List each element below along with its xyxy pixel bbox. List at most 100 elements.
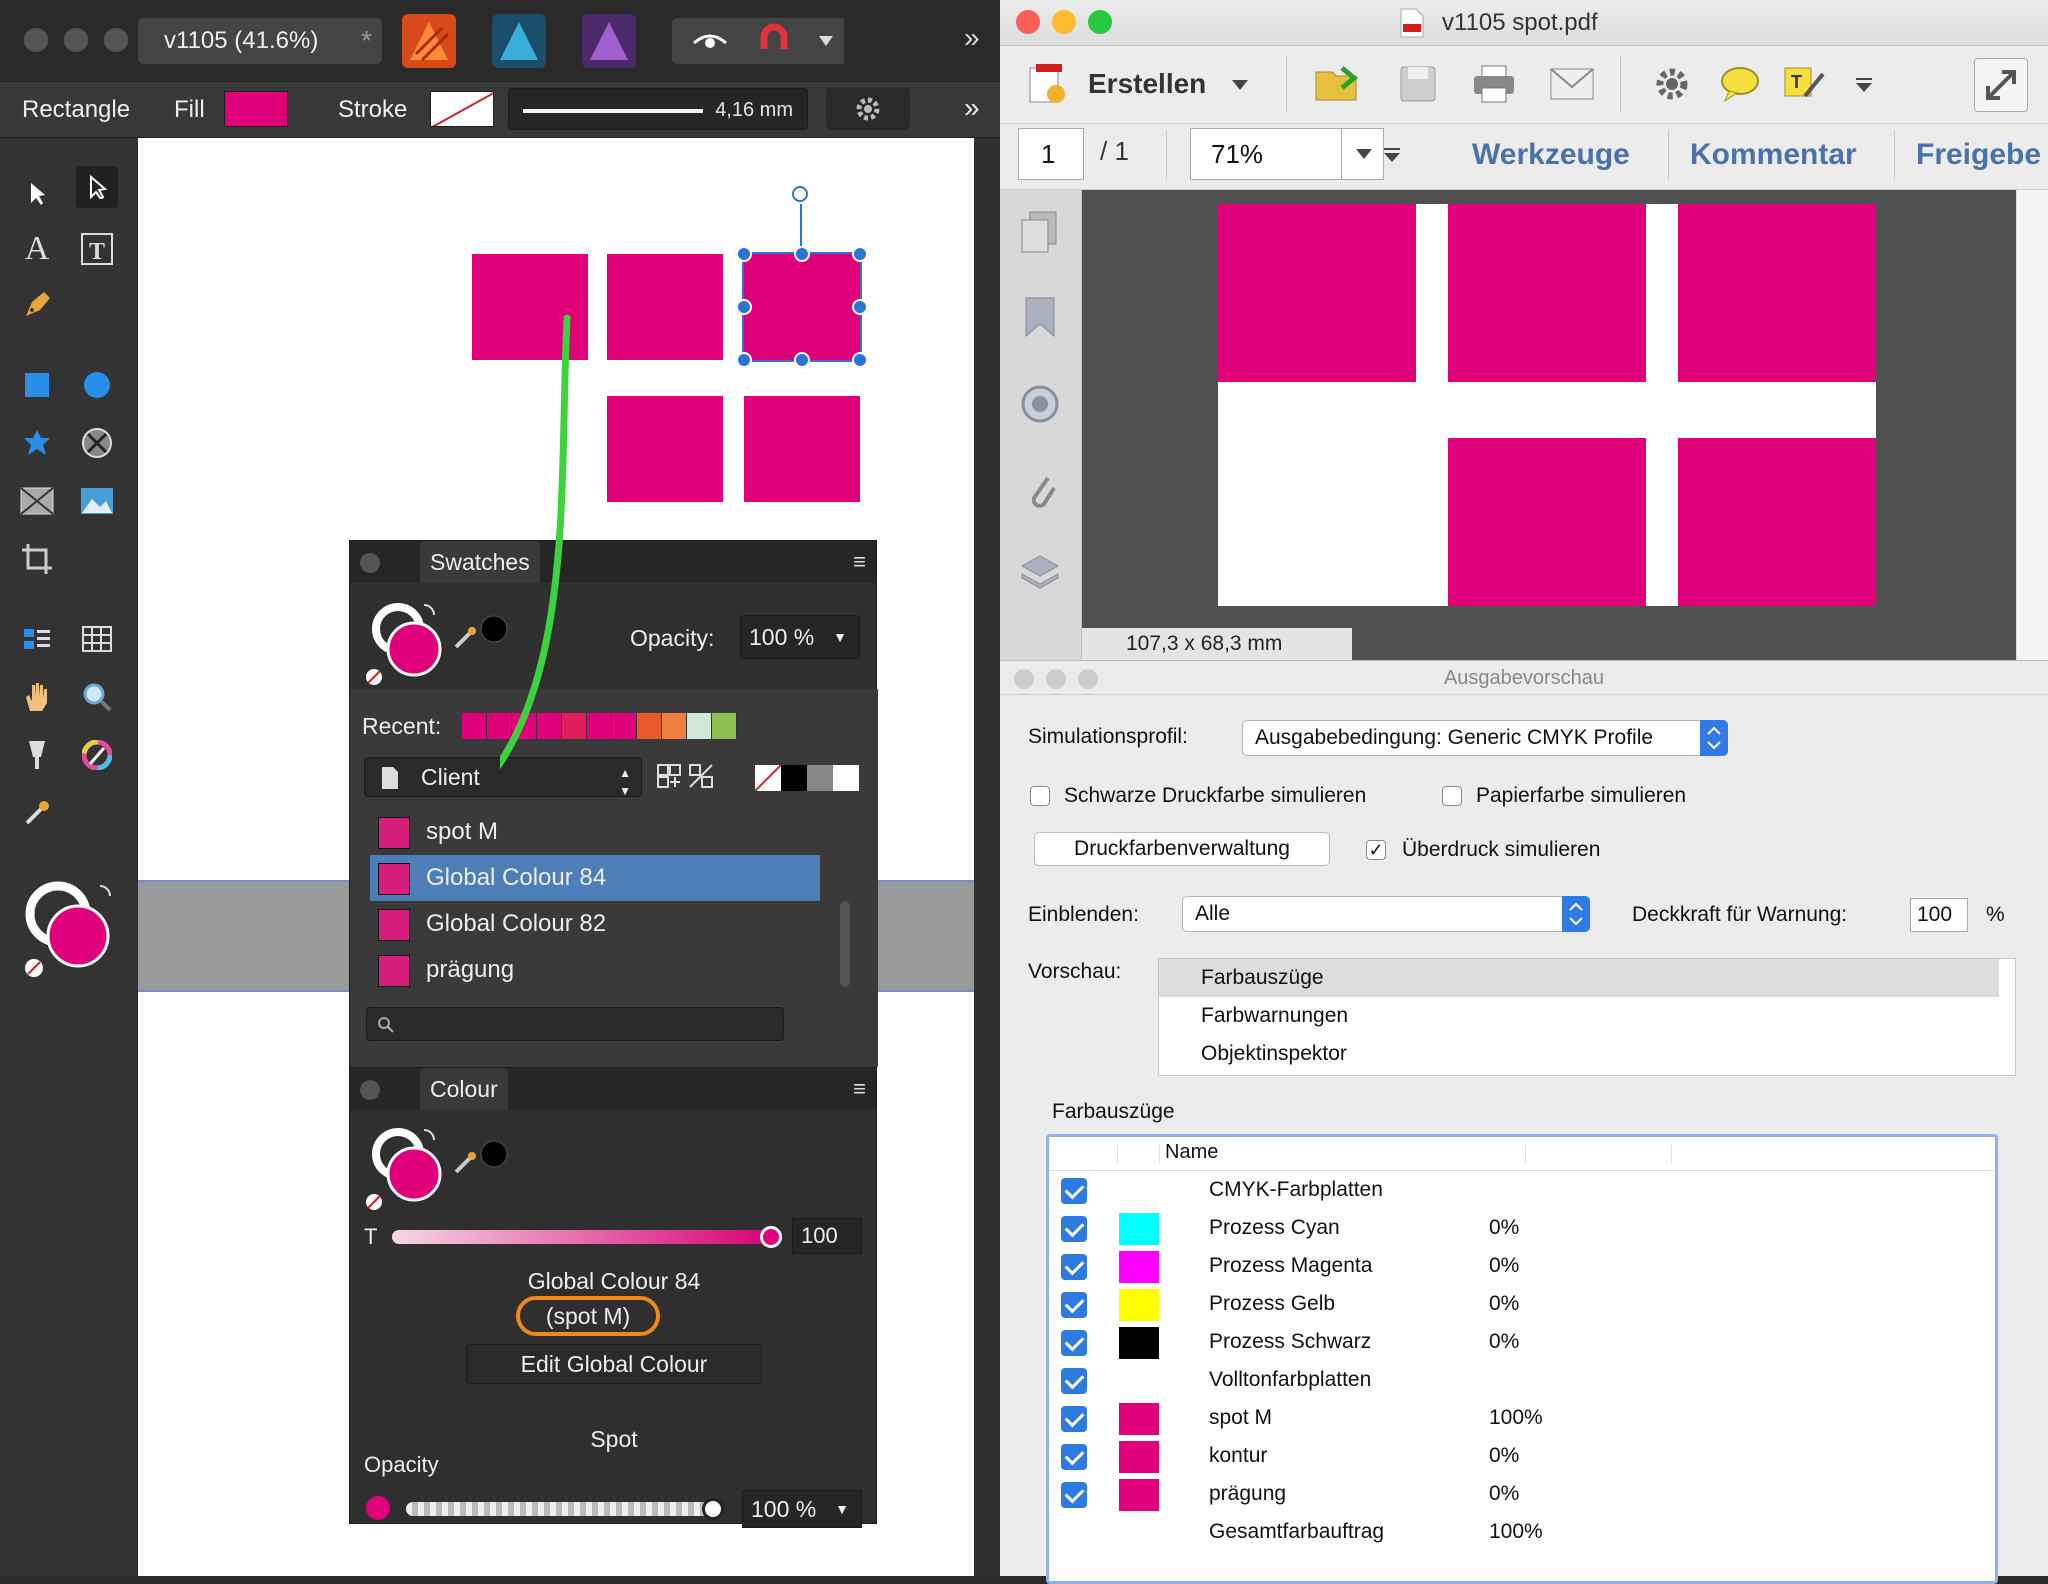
swatches-opacity-field[interactable]: 100 % ▼ bbox=[740, 615, 860, 659]
move-tool-icon[interactable] bbox=[16, 172, 58, 214]
plate-checkbox[interactable] bbox=[1061, 1216, 1087, 1242]
page-number-field[interactable]: 1 bbox=[1018, 128, 1084, 180]
stroke-width-field[interactable]: 4,16 mm bbox=[508, 88, 808, 130]
tint-slider[interactable] bbox=[392, 1230, 778, 1244]
open-folder-icon[interactable] bbox=[1314, 60, 1362, 108]
selected-rectangle-shape[interactable] bbox=[742, 252, 862, 362]
selection-handle[interactable] bbox=[794, 352, 810, 368]
plate-checkbox[interactable] bbox=[1061, 1444, 1087, 1470]
create-button[interactable]: Erstellen bbox=[1088, 68, 1206, 100]
colour-picker-wheel-icon[interactable] bbox=[76, 734, 118, 776]
edit-global-colour-button[interactable]: Edit Global Colour bbox=[466, 1344, 762, 1384]
snapping-magnet-icon[interactable] bbox=[736, 18, 812, 64]
fill-tool-icon[interactable] bbox=[16, 734, 58, 776]
simulate-overprint-checkbox[interactable]: ✓ bbox=[1366, 840, 1386, 860]
email-icon[interactable] bbox=[1548, 60, 1596, 108]
plate-checkbox[interactable] bbox=[1061, 1292, 1087, 1318]
settings-gear-icon[interactable] bbox=[1648, 60, 1696, 108]
selection-handle[interactable] bbox=[852, 246, 868, 262]
opacity-slider[interactable] bbox=[406, 1502, 716, 1516]
zoom-tool-icon[interactable] bbox=[76, 676, 118, 718]
plate-checkbox[interactable] bbox=[1061, 1254, 1087, 1280]
artistic-text-tool-icon[interactable]: A bbox=[16, 228, 58, 270]
plate-checkbox[interactable] bbox=[1061, 1368, 1087, 1394]
colour-opacity-field[interactable]: 100 % ▼ bbox=[742, 1490, 862, 1528]
share-tab[interactable]: Freigebe bbox=[1916, 138, 2041, 172]
plate-checkbox[interactable] bbox=[1061, 1406, 1087, 1432]
minimize-button[interactable] bbox=[1052, 10, 1076, 34]
selection-handle[interactable] bbox=[852, 299, 868, 315]
gear-icon[interactable] bbox=[826, 88, 910, 130]
warning-opacity-input[interactable]: 100 bbox=[1910, 898, 1968, 932]
table-tool-icon[interactable] bbox=[76, 618, 118, 660]
signatures-icon[interactable] bbox=[1016, 380, 1064, 428]
simulate-paper-color-checkbox[interactable] bbox=[1442, 786, 1462, 806]
snapping-dropdown[interactable] bbox=[808, 18, 844, 64]
plate-checkbox[interactable] bbox=[1061, 1330, 1087, 1356]
stroke-width-slider[interactable] bbox=[523, 109, 703, 113]
window-minimize-button[interactable] bbox=[64, 28, 88, 52]
rotation-handle[interactable] bbox=[792, 186, 808, 202]
swatches-scrollbar[interactable] bbox=[840, 901, 850, 987]
dialog-close-button[interactable] bbox=[1014, 669, 1034, 689]
create-dropdown-icon[interactable] bbox=[1232, 80, 1248, 90]
plate-checkbox[interactable] bbox=[1061, 1178, 1087, 1204]
save-icon[interactable] bbox=[1394, 60, 1442, 108]
toolbar-overflow-icon[interactable]: » bbox=[964, 22, 980, 54]
grey-swatch[interactable] bbox=[807, 765, 833, 791]
sign-pen-icon[interactable]: T bbox=[1780, 60, 1828, 108]
place-image-tool-icon[interactable] bbox=[76, 480, 118, 522]
swatch-item-global-colour-84[interactable]: Global Colour 84 bbox=[370, 855, 820, 901]
comment-tab[interactable]: Kommentar bbox=[1690, 138, 1857, 172]
ink-manager-button[interactable]: Druckfarbenverwaltung bbox=[1034, 832, 1330, 866]
preview-item-color-warnings[interactable]: Farbwarnungen bbox=[1159, 997, 1999, 1035]
shape-tool-icon[interactable] bbox=[16, 422, 58, 464]
none-swatch[interactable] bbox=[755, 765, 781, 791]
node-tool-icon[interactable] bbox=[76, 166, 118, 208]
selection-handle[interactable] bbox=[736, 246, 752, 262]
tools-tab[interactable]: Werkzeuge bbox=[1472, 138, 1630, 172]
quick-colour-swatches[interactable] bbox=[755, 765, 859, 791]
recent-colour-swatch[interactable] bbox=[687, 713, 712, 739]
show-select[interactable]: Alle bbox=[1182, 896, 1590, 932]
dialog-minimize-button[interactable] bbox=[1046, 669, 1066, 689]
colour-fill-stroke-selector[interactable] bbox=[364, 1122, 514, 1212]
selection-handle[interactable] bbox=[852, 352, 868, 368]
simulate-black-ink-checkbox[interactable] bbox=[1030, 786, 1050, 806]
add-swatch-icons[interactable] bbox=[656, 761, 716, 793]
swatch-item-global-colour-82[interactable]: Global Colour 82 bbox=[370, 901, 820, 947]
recent-colour-swatch[interactable] bbox=[662, 713, 687, 739]
colour-tab[interactable]: Colour bbox=[420, 1068, 508, 1110]
eyedropper-tool-icon[interactable] bbox=[16, 792, 58, 834]
crop-tool-icon[interactable] bbox=[16, 538, 58, 580]
swatch-item-praegung[interactable]: prägung bbox=[370, 947, 820, 993]
rectangle-shape[interactable] bbox=[744, 396, 860, 502]
layers-icon[interactable] bbox=[1016, 548, 1064, 596]
panel-menu-icon[interactable]: ≡ bbox=[853, 549, 866, 575]
pixel-frame-tool-icon[interactable] bbox=[76, 422, 118, 464]
ellipse-tool-icon[interactable] bbox=[76, 364, 118, 406]
fill-swatch[interactable] bbox=[224, 91, 288, 127]
stroke-swatch[interactable] bbox=[430, 91, 494, 127]
panel-close-icon[interactable] bbox=[360, 1080, 380, 1100]
window-close-button[interactable] bbox=[24, 28, 48, 52]
vector-crop-tool-icon[interactable] bbox=[16, 480, 58, 522]
pdf-scrollbar[interactable] bbox=[2016, 190, 2048, 660]
recent-colour-swatch[interactable] bbox=[462, 713, 487, 739]
preview-list[interactable]: Farbauszüge Farbwarnungen Objektinspekto… bbox=[1158, 958, 2016, 1076]
comment-bubble-icon[interactable] bbox=[1716, 60, 1764, 108]
swatches-fill-stroke-selector[interactable] bbox=[364, 597, 514, 687]
frame-text-tool-icon[interactable]: T bbox=[76, 228, 118, 270]
plate-checkbox[interactable] bbox=[1061, 1482, 1087, 1508]
zoom-dropdown[interactable] bbox=[1341, 129, 1383, 179]
rectangle-tool-icon[interactable] bbox=[16, 364, 58, 406]
selection-handle[interactable] bbox=[794, 246, 810, 262]
zoom-button[interactable] bbox=[1088, 10, 1112, 34]
bookmarks-icon[interactable] bbox=[1016, 294, 1064, 342]
nav-overflow-icon[interactable] bbox=[1384, 148, 1400, 162]
page-thumbnails-icon[interactable] bbox=[1016, 208, 1064, 256]
dialog-zoom-button[interactable] bbox=[1078, 669, 1098, 689]
preview-item-separations[interactable]: Farbauszüge bbox=[1159, 959, 1999, 997]
create-pdf-icon[interactable] bbox=[1022, 60, 1070, 108]
context-overflow-icon[interactable]: » bbox=[964, 80, 980, 136]
